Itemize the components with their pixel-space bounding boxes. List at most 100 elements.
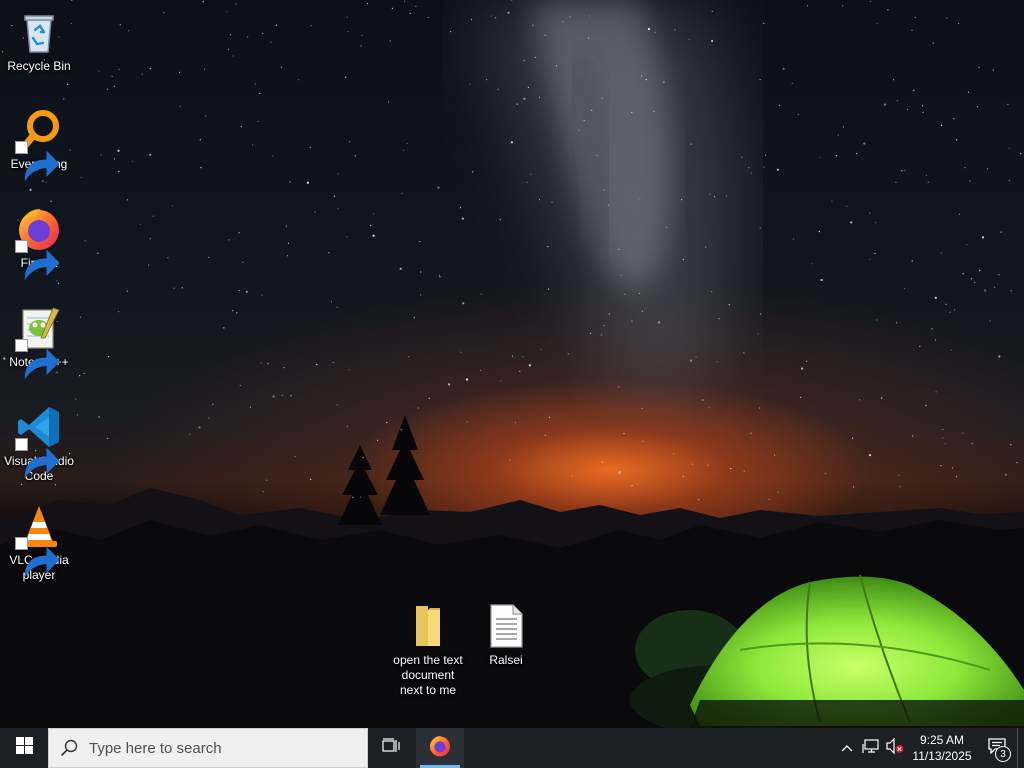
star xyxy=(994,286,996,288)
star xyxy=(893,79,895,81)
star xyxy=(925,404,927,407)
star xyxy=(818,231,820,233)
star xyxy=(791,82,793,84)
star xyxy=(925,174,928,177)
star xyxy=(247,36,249,38)
taskbar: Type here to search 9:25 AM 11/13/2025 3 xyxy=(0,728,1024,768)
star xyxy=(205,115,207,117)
desktop-icon-notepad-plus-plus[interactable]: Notepad++ xyxy=(1,304,77,380)
desktop-icon-recycle-bin[interactable]: Recycle Bin xyxy=(1,8,77,74)
star xyxy=(792,238,794,240)
star xyxy=(399,267,402,270)
show-hidden-icons-button[interactable] xyxy=(835,728,859,768)
shortcut-arrow-icon xyxy=(15,240,60,281)
star xyxy=(588,37,590,39)
star xyxy=(126,290,128,292)
star xyxy=(249,406,251,408)
network-icon xyxy=(862,738,880,759)
star xyxy=(232,55,234,57)
star xyxy=(969,180,971,182)
star xyxy=(548,288,550,290)
star xyxy=(590,332,592,334)
desktop-icon-vlc-media-player[interactable]: VLC media player xyxy=(1,502,77,583)
star xyxy=(259,92,261,94)
star xyxy=(705,246,707,248)
star xyxy=(262,32,264,34)
star xyxy=(682,475,684,477)
star xyxy=(967,91,970,93)
star xyxy=(314,211,316,213)
desktop-icon-visual-studio-code[interactable]: Visual Studio Code xyxy=(1,403,77,484)
star xyxy=(266,479,268,481)
star xyxy=(348,369,350,371)
desktop-icon-folder[interactable]: open the text document next to me xyxy=(390,602,466,698)
star xyxy=(117,149,120,152)
star xyxy=(337,208,339,210)
star xyxy=(354,155,356,157)
star xyxy=(895,181,897,183)
star xyxy=(978,67,980,69)
task-view-icon xyxy=(382,737,402,759)
star xyxy=(544,34,546,36)
action-center-button[interactable]: 3 xyxy=(977,728,1017,768)
star xyxy=(601,97,603,99)
star xyxy=(641,407,643,410)
star xyxy=(748,167,750,169)
desktop-icon-ralsei-text-document[interactable]: Ralsei xyxy=(468,602,544,668)
star xyxy=(759,227,761,229)
star xyxy=(415,5,417,7)
star xyxy=(540,348,542,350)
star xyxy=(868,454,872,457)
star xyxy=(623,432,625,435)
star xyxy=(608,313,610,315)
star xyxy=(516,103,518,105)
taskbar-search-box[interactable]: Type here to search xyxy=(48,728,368,768)
start-button[interactable] xyxy=(0,728,48,768)
star xyxy=(459,207,462,209)
firefox-icon xyxy=(428,734,452,763)
desktop-icon-firefox[interactable]: Firefox xyxy=(1,205,77,281)
star xyxy=(919,345,921,347)
star xyxy=(637,483,639,486)
star xyxy=(417,407,419,409)
star xyxy=(711,291,713,293)
star xyxy=(346,236,348,238)
star xyxy=(480,293,482,295)
star xyxy=(955,476,958,478)
taskbar-firefox-button[interactable] xyxy=(416,728,464,768)
star xyxy=(942,437,944,439)
star xyxy=(551,201,553,203)
star xyxy=(859,399,861,401)
star xyxy=(239,384,241,387)
star xyxy=(203,68,206,70)
star xyxy=(141,73,143,75)
star xyxy=(401,192,403,194)
star xyxy=(352,496,354,498)
star xyxy=(118,68,120,70)
desktop-icon-everything[interactable]: Everything xyxy=(1,106,77,182)
task-view-button[interactable] xyxy=(368,728,416,768)
star xyxy=(406,142,408,144)
star xyxy=(641,310,643,312)
star xyxy=(386,422,388,424)
star xyxy=(904,170,906,172)
star xyxy=(711,39,714,43)
star xyxy=(235,3,237,5)
star xyxy=(869,212,871,214)
star xyxy=(148,264,150,266)
star xyxy=(208,256,210,258)
star xyxy=(1000,231,1002,233)
show-desktop-button[interactable] xyxy=(1017,728,1024,768)
star xyxy=(778,104,780,106)
star xyxy=(336,404,338,406)
star xyxy=(480,369,482,372)
star xyxy=(538,199,541,201)
star xyxy=(708,406,710,408)
star xyxy=(98,70,100,72)
volume-button[interactable] xyxy=(883,728,907,768)
network-button[interactable] xyxy=(859,728,883,768)
star xyxy=(922,105,924,107)
taskbar-clock[interactable]: 9:25 AM 11/13/2025 xyxy=(907,732,977,764)
star xyxy=(764,154,767,156)
star xyxy=(500,380,502,382)
